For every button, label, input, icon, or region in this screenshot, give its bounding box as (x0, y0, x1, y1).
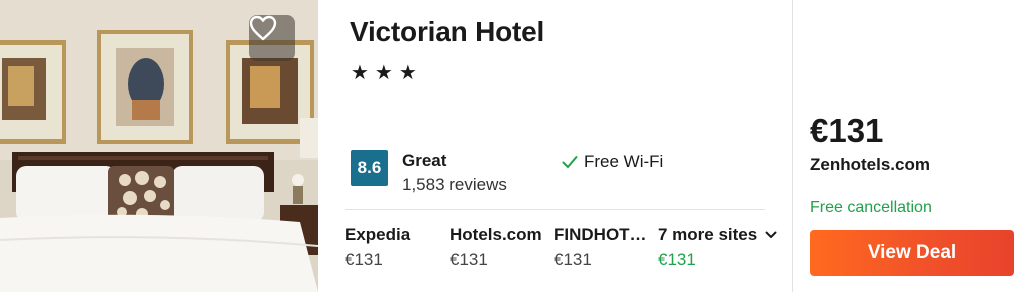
more-sites-label: 7 more sites (658, 225, 758, 244)
review-count[interactable]: 1,583 reviews (402, 175, 507, 195)
site-name: Expedia (345, 225, 411, 244)
amenity-wifi: Free Wi-Fi (562, 152, 663, 172)
hotel-result-card: Victorian Hotel ★★★ 8.6 Great 1,583 revi… (0, 0, 1024, 292)
site-price-hotels-com[interactable]: Hotels.com €131 (450, 225, 542, 270)
site-price: €131 (345, 250, 383, 269)
heart-outline-icon (249, 15, 277, 41)
site-name: FINDHOT… (554, 225, 647, 244)
more-sites-dropdown[interactable]: 7 more sites €131 (658, 225, 777, 270)
hotel-name[interactable]: Victorian Hotel (350, 16, 544, 48)
site-price: €131 (554, 250, 592, 269)
star-rating: ★★★ (351, 62, 423, 84)
hotel-photo[interactable] (0, 0, 318, 292)
free-cancellation-label: Free cancellation (810, 199, 932, 216)
favorite-button[interactable] (249, 15, 295, 61)
site-price-expedia[interactable]: Expedia €131 (345, 225, 410, 270)
check-icon (562, 156, 578, 168)
rating-score-badge: 8.6 (351, 150, 388, 186)
column-divider (792, 0, 793, 292)
divider (345, 209, 765, 210)
amenity-label: Free Wi-Fi (584, 152, 664, 171)
site-price: €131 (450, 250, 488, 269)
more-sites-price: €131 (658, 250, 696, 269)
best-deal-price: €131 (810, 112, 884, 149)
chevron-down-icon (765, 231, 777, 238)
site-name: Hotels.com (450, 225, 542, 244)
site-price-findhotel[interactable]: FINDHOT… €131 (554, 225, 647, 270)
view-deal-button[interactable]: View Deal (810, 230, 1014, 276)
rating-word: Great (402, 151, 447, 170)
best-deal-site: Zenhotels.com (810, 155, 930, 174)
